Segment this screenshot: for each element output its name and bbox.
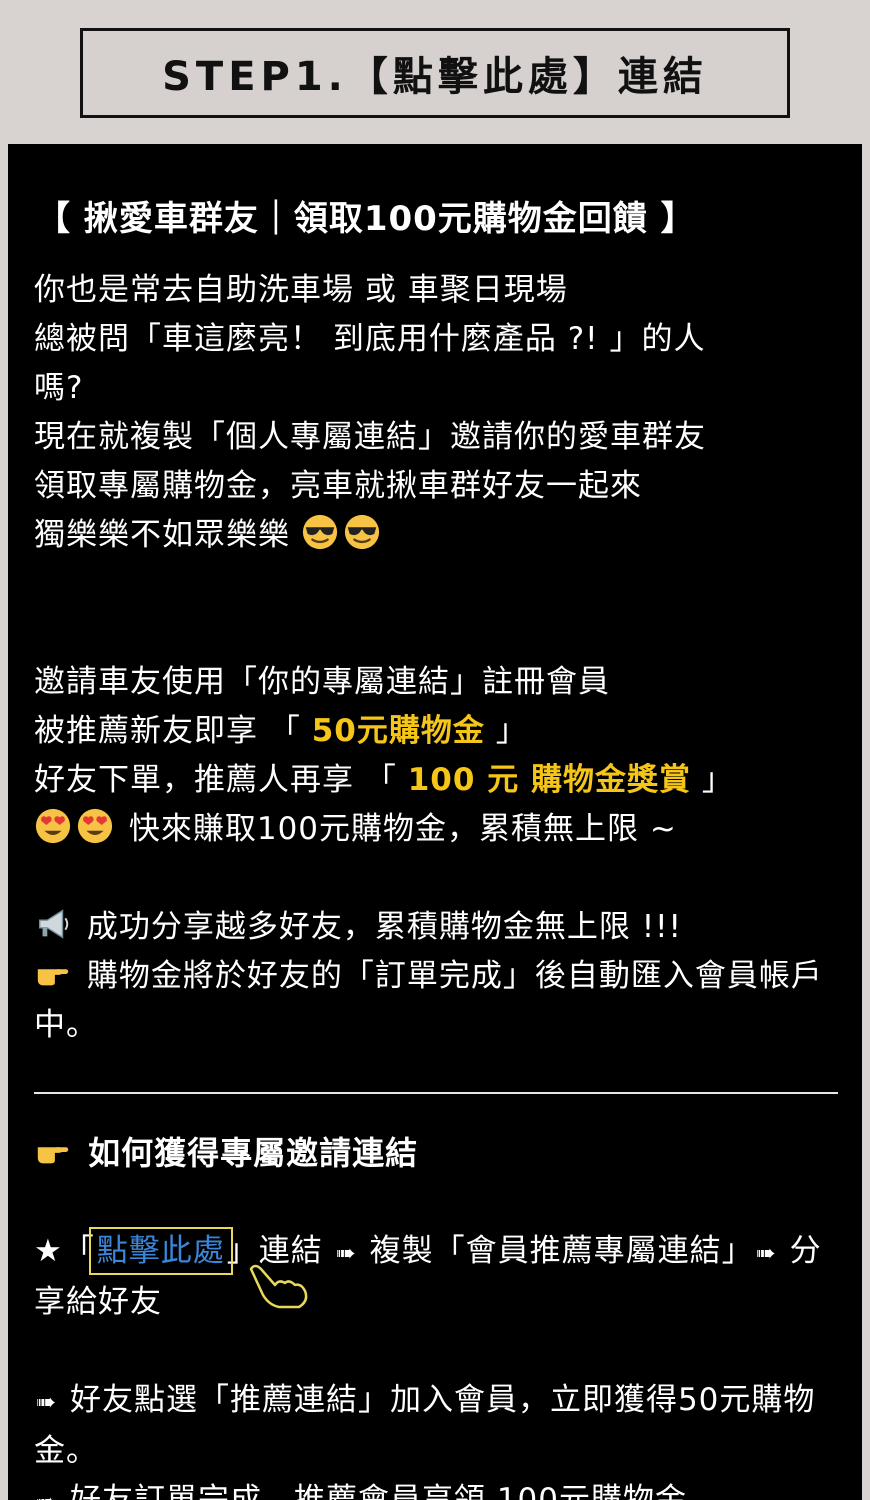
sunglasses-face-icon [344,514,379,550]
click-here-link[interactable]: 點擊此處 [88,1227,233,1275]
step-header: STEP1.【點擊此處】連結 [80,28,790,118]
content-body: 【 揪愛車群友｜領取100元購物金回饋 】 你也是常去自助洗車場 或 車聚日現場… [34,194,838,1500]
share-line: 購物金將於好友的「訂單完成」後自動匯入會員帳戶中。 [34,952,838,1050]
step-text: 好友訂單完成，推薦會員享領 100元購物金。 [59,1482,719,1500]
step-text: 複製「會員推薦專屬連結」 [358,1233,754,1269]
intro-line: 總被問「車這麼亮！ 到底用什麼產品 ?! 」的人 [34,321,706,357]
invite-text: 」 [691,762,734,798]
invite-line: 邀請車友使用「你的專屬連結」註冊會員 [34,664,610,700]
reward-highlight: 50元購物金 [311,713,485,749]
invite-text: 好友下單，推薦人再享 「 [34,762,408,798]
intro-line: 嗎? [34,370,84,406]
step-text: 好友點選「推薦連結」加入會員，立即獲得50元購物金。 [34,1382,816,1469]
step-instruction: ➠ 好友訂單完成，推薦會員享領 100元購物金。 [34,1476,838,1500]
page-frame: STEP1.【點擊此處】連結 【 揪愛車群友｜領取100元購物金回饋 】 你也是… [0,0,870,1500]
intro-line: 現在就複製「個人專屬連結」邀請你的愛車群友 [34,419,706,455]
howto-heading-text: 如何獲得專屬邀請連結 [76,1134,419,1172]
invite-text: 快來賺取100元購物金，累積無上限 ~ [118,811,677,847]
intro-line: 你也是常去自助洗車場 或 車聚日現場 [34,272,568,308]
reward-highlight: 100 元 購物金獎賞 [407,762,692,798]
intro-line: 獨樂樂不如眾樂樂 [34,517,290,553]
heavy-arrow-icon: ➠ [335,1239,357,1267]
invite-text: 被推薦新友即享 「 [34,713,312,749]
step-text: ★「 [34,1233,95,1269]
heart-eyes-face-icon [77,808,113,844]
step-instruction: ★「點擊此處 」連結 ➠ 複製「會員推薦專屬連結」➠ 分享給好友 [34,1227,838,1327]
share-text: 成功分享越多好友，累積購物金無上限 !!! [76,909,682,945]
share-line: 成功分享越多好友，累積購物金無上限 !!! [34,903,838,952]
invite-text: 」 [484,713,528,749]
heavy-arrow-icon: ➠ [755,1239,777,1267]
heart-eyes-face-icon [35,808,71,844]
howto-heading: 如何獲得專屬邀請連結 [34,1128,838,1178]
invite-line-new-friend: 被推薦新友即享 「 50元購物金 」 [34,707,838,756]
invite-line-referrer: 好友下單，推薦人再享 「 100 元 購物金獎賞 」 [34,756,838,805]
pointing-hand-icon [37,1147,69,1164]
heavy-arrow-icon: ➠ [36,1388,58,1416]
promo-heading: 【 揪愛車群友｜領取100元購物金回饋 】 [36,199,696,239]
content-panel: 【 揪愛車群友｜領取100元購物金回饋 】 你也是常去自助洗車場 或 車聚日現場… [8,144,862,1500]
step-text: 」連結 [226,1233,334,1269]
step-instruction: ➠ 好友點選「推薦連結」加入會員，立即獲得50元購物金。 [34,1376,838,1476]
pointing-hand-icon [37,969,69,986]
intro-line: 領取專屬購物金，亮車就揪車群好友一起來 [34,468,642,504]
step-title: STEP1.【點擊此處】連結 [162,54,708,100]
heavy-arrow-icon: ➠ [36,1488,57,1500]
section-divider [34,1092,838,1094]
sunglasses-face-icon [302,514,337,550]
megaphone-icon [38,909,69,939]
share-text: 購物金將於好友的「訂單完成」後自動匯入會員帳戶中。 [34,958,823,1043]
invite-line-earn: 快來賺取100元購物金，累積無上限 ~ [34,805,838,854]
intro-line-emoji: 獨樂樂不如眾樂樂 [34,511,838,560]
link-wrapper: 點擊此處 [88,1227,308,1309]
